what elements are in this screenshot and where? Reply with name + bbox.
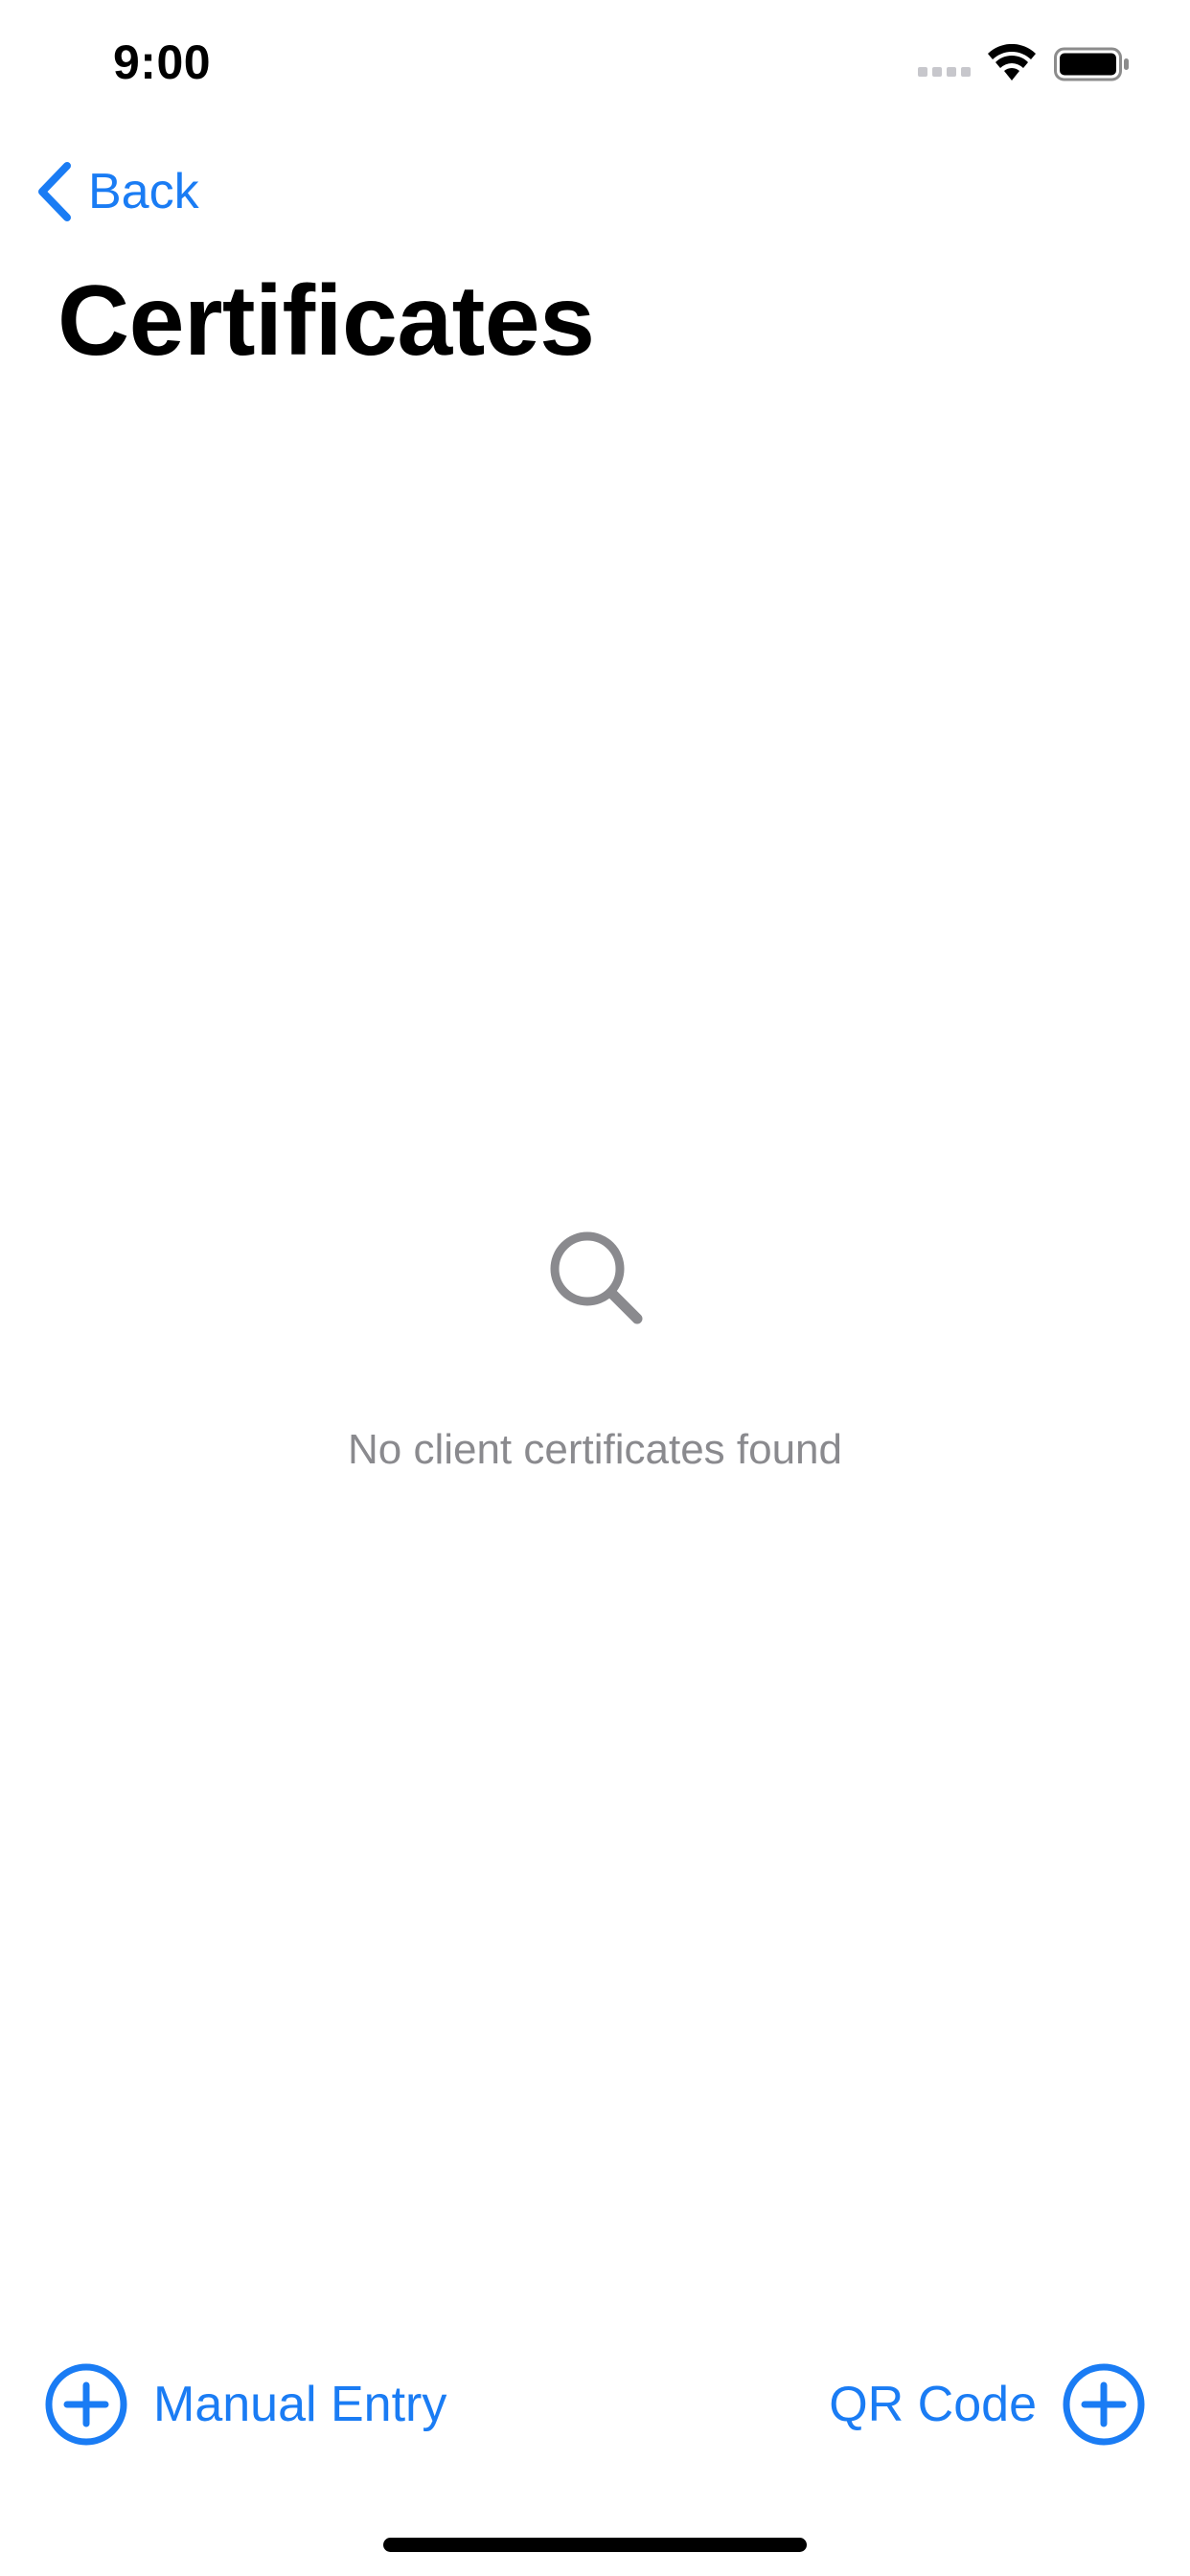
battery-icon — [1054, 47, 1129, 81]
qr-code-button[interactable]: QR Code — [829, 2361, 1146, 2448]
page-title: Certificates — [57, 265, 595, 377]
qr-code-label: QR Code — [829, 2377, 1037, 2432]
status-bar: 9:00 — [0, 0, 1190, 125]
back-button[interactable]: Back — [33, 153, 199, 230]
plus-circle-icon — [1063, 2363, 1145, 2446]
certificates-screen: 9:00 Back Certificates No client certifi… — [0, 0, 1190, 2576]
empty-state: No client certificates found — [0, 1227, 1190, 1474]
magnifying-glass-icon — [550, 1231, 643, 1324]
status-time: 9:00 — [113, 35, 212, 89]
manual-entry-label: Manual Entry — [153, 2377, 447, 2432]
manual-entry-button[interactable]: Manual Entry — [44, 2361, 446, 2448]
plus-circle-icon — [45, 2363, 127, 2446]
back-label: Back — [88, 164, 199, 219]
empty-state-message: No client certificates found — [347, 1426, 843, 1473]
home-indicator[interactable] — [383, 2538, 807, 2552]
wifi-icon — [988, 44, 1036, 80]
chevron-left-icon — [38, 162, 71, 221]
cellular-signal-icon — [918, 67, 971, 77]
